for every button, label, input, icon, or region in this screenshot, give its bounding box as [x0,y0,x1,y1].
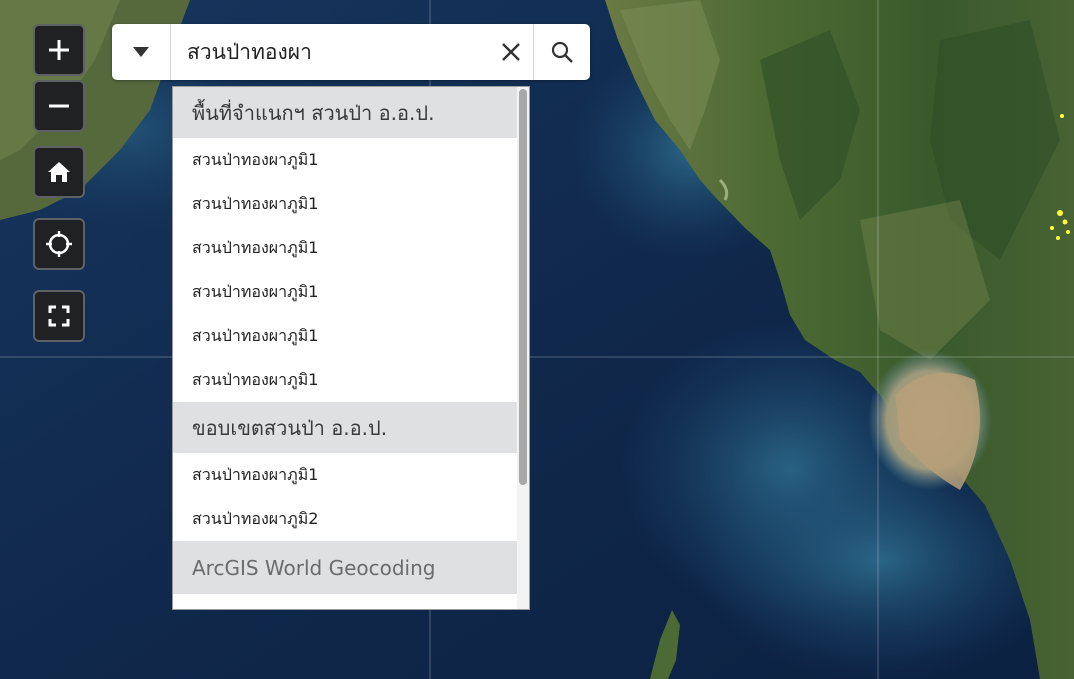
suggestion-item[interactable]: สวนป่าทองผาภูมิ1 [173,358,517,402]
home-icon [48,162,70,182]
suggestion-item[interactable]: สวนป่าทองผาภูมิ2 [173,497,517,541]
minus-icon [49,104,69,108]
suggestion-group-header: ArcGIS World Geocoding [173,541,517,594]
caret-down-icon [133,47,149,57]
plus-icon [49,40,69,60]
search-button[interactable] [533,24,590,80]
scroll-thumb[interactable] [519,89,527,485]
suggestion-item[interactable]: สวนป่าทองผาภูมิ1 [173,270,517,314]
search-input[interactable] [171,24,489,80]
suggestions-scrollbar[interactable] [517,87,529,609]
suggestion-group-header: ขอบเขตสวนป่า อ.อ.ป. [173,402,517,453]
suggestion-item[interactable]: สวนป่าทองผาภูมิ1 [173,182,517,226]
suggestion-item[interactable]: สวนป่าทองผาภูมิ1 [173,138,517,182]
suggestion-item[interactable]: สวนป่าทองผาภูมิ1 [173,453,517,497]
search-source-toggle[interactable] [112,24,171,80]
expand-icon [48,305,70,327]
suggestions-menu: พื้นที่จำแนกฯ สวนป่า อ.อ.ป. สวนป่าทองผาภ… [172,86,530,610]
clear-search-button[interactable] [489,24,533,80]
crosshair-icon [46,231,72,257]
suggestion-item[interactable]: สวนป่าทองผาภูมิ1 [173,314,517,358]
search-widget [112,24,590,80]
suggestion-group-header: พื้นที่จำแนกฯ สวนป่า อ.อ.ป. [173,87,517,138]
locate-button[interactable] [33,218,85,270]
home-button[interactable] [33,146,85,198]
satellite-basemap [0,0,1074,679]
fullscreen-button[interactable] [33,290,85,342]
suggestion-item[interactable]: สวนป่าทองผาภูมิ1 [173,226,517,270]
zoom-out-button[interactable] [33,80,85,132]
zoom-in-button[interactable] [33,24,85,76]
close-icon [502,43,520,61]
map-view[interactable] [0,0,1074,679]
search-icon [551,41,573,63]
